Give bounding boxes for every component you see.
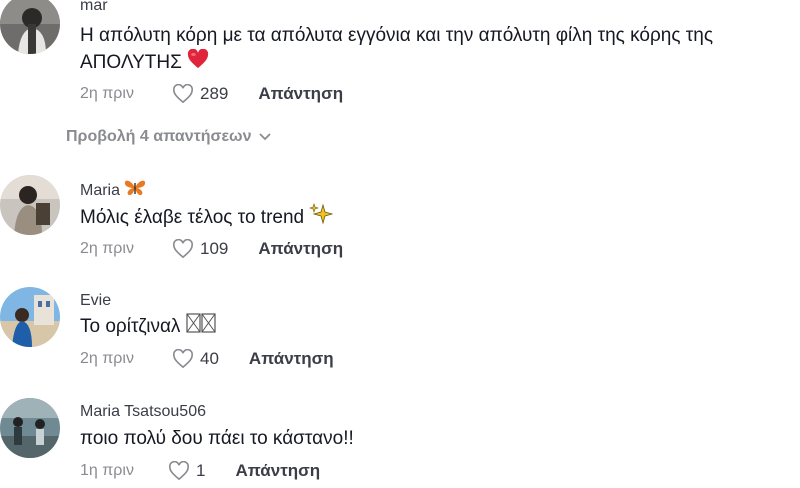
heart-outline-icon: [168, 461, 190, 481]
comment-text: Η απόλυτη κόρη με τα απόλυτα εγγόνια και…: [80, 22, 780, 77]
sparkles-icon: [309, 202, 334, 234]
username[interactable]: mar: [80, 0, 108, 16]
reply-button[interactable]: Απάντηση: [235, 461, 320, 481]
heart-outline-icon: [172, 239, 194, 259]
username[interactable]: Evie: [80, 291, 111, 311]
reply-button[interactable]: Απάντηση: [258, 239, 343, 259]
view-replies-label: Προβολή 4 απαντήσεων: [66, 128, 252, 145]
heart-outline-icon: [172, 349, 194, 369]
like-count: 40: [200, 349, 219, 368]
like-button[interactable]: 289: [172, 84, 228, 104]
timestamp: 2η πριν: [80, 85, 134, 102]
comment-text: Μόλις έλαβε τέλος το trend: [80, 202, 334, 234]
red-heart-icon: [187, 48, 209, 77]
chevron-down-icon: [259, 128, 272, 146]
missing-glyph-icon: [186, 313, 216, 341]
avatar[interactable]: [0, 175, 60, 235]
timestamp: 2η πριν: [80, 350, 134, 367]
avatar[interactable]: [0, 287, 60, 347]
comment-text: Το ορίτζιναλ: [80, 313, 216, 341]
username[interactable]: Maria: [80, 179, 146, 203]
timestamp: 1η πριν: [80, 462, 134, 479]
like-count: 109: [200, 239, 229, 258]
butterfly-icon: [124, 179, 146, 203]
like-count: 289: [200, 84, 229, 103]
username[interactable]: Maria Tsatsou506: [80, 402, 206, 422]
heart-outline-icon: [172, 84, 194, 104]
avatar[interactable]: [0, 0, 60, 54]
timestamp: 2η πριν: [80, 240, 134, 257]
like-count: 1: [196, 461, 206, 480]
reply-button[interactable]: Απάντηση: [249, 349, 334, 369]
reply-button[interactable]: Απάντηση: [258, 84, 343, 104]
avatar[interactable]: [0, 398, 60, 458]
like-button[interactable]: 109: [172, 239, 228, 259]
comment-text: ποιο πολύ δου πάει το κάστανο!!: [80, 428, 354, 449]
view-replies-button[interactable]: Προβολή 4 απαντήσεων: [66, 128, 272, 146]
like-button[interactable]: 1: [168, 461, 205, 481]
like-button[interactable]: 40: [172, 349, 219, 369]
